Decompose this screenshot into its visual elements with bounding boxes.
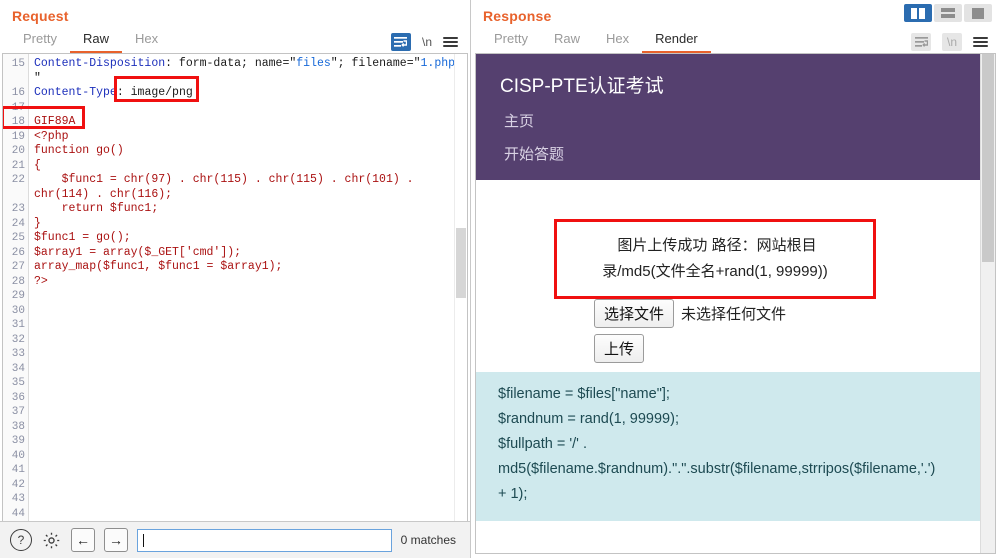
response-render-scrollbar[interactable] bbox=[980, 54, 995, 553]
code-line: + 1); bbox=[498, 486, 528, 502]
rendered-web-page: CISP-PTE认证考试 主页 开始答题 图片上传成功 路径：网站根目 录/md… bbox=[476, 54, 980, 553]
word-wrap-icon[interactable] bbox=[390, 33, 411, 51]
upload-submit-button[interactable]: 上传 bbox=[594, 334, 645, 363]
find-input[interactable] bbox=[137, 528, 392, 552]
match-count-label: 0 matches bbox=[400, 533, 456, 547]
request-editor-scrollbar[interactable] bbox=[454, 54, 467, 521]
tab-request-hex[interactable]: Hex bbox=[122, 28, 171, 53]
choose-file-button[interactable]: 选择文件 bbox=[594, 299, 675, 328]
selected-file-status: 未选择任何文件 bbox=[681, 306, 787, 323]
layout-single-pane-button[interactable] bbox=[964, 4, 992, 22]
code-line: $randnum = rand(1, 99999); bbox=[498, 411, 679, 427]
response-tabs: Pretty Raw Hex Render \n bbox=[471, 27, 1000, 53]
tab-response-raw[interactable]: Raw bbox=[541, 28, 593, 53]
layout-vertical-split-button[interactable] bbox=[904, 4, 932, 22]
response-render-view: CISP-PTE认证考试 主页 开始答题 图片上传成功 路径：网站根目 录/md… bbox=[475, 53, 996, 554]
tab-request-pretty[interactable]: Pretty bbox=[10, 28, 70, 53]
tab-response-pretty[interactable]: Pretty bbox=[481, 28, 541, 53]
request-scrollbar-thumb[interactable] bbox=[456, 228, 466, 298]
gear-icon[interactable] bbox=[41, 530, 62, 551]
burp-suite-window: Request Pretty Raw Hex \n 15 16 17 18 19… bbox=[0, 0, 1000, 558]
text-caret bbox=[143, 533, 144, 547]
question-mark-icon[interactable]: ? bbox=[10, 529, 32, 551]
request-raw-body[interactable]: Content-Disposition: form-data; name="fi… bbox=[29, 54, 467, 521]
gif89a-magic-bytes-highlight bbox=[3, 106, 85, 129]
request-editor[interactable]: 15 16 17 18 19 20 21 22 23 24 25 26 27 28 29 30 31 32 33… bbox=[2, 53, 468, 521]
code-line: $filename = $files["name"]; bbox=[498, 386, 670, 402]
php-source-code-block: $filename = $files["name"]; $randnum = r… bbox=[476, 372, 980, 521]
upload-form: 选择文件 未选择任何文件 上传 bbox=[594, 299, 786, 363]
hamburger-menu-icon[interactable] bbox=[443, 37, 458, 47]
response-panel: Response Pretty Raw Hex Render \n CISP-P… bbox=[471, 0, 1000, 558]
newline-toggle-icon[interactable]: \n bbox=[942, 33, 962, 51]
tab-response-render[interactable]: Render bbox=[642, 28, 711, 53]
response-toolbar: \n bbox=[911, 33, 1000, 53]
hamburger-menu-icon[interactable] bbox=[973, 37, 988, 47]
nav-link-home[interactable]: 主页 bbox=[476, 98, 980, 131]
request-toolbar: \n bbox=[390, 33, 470, 53]
tab-response-hex[interactable]: Hex bbox=[593, 28, 642, 53]
upload-success-line-1: 图片上传成功 路径：网站根目 bbox=[617, 237, 817, 254]
find-next-button[interactable]: → bbox=[104, 528, 128, 552]
word-wrap-icon[interactable] bbox=[911, 33, 931, 51]
nav-link-start-quiz[interactable]: 开始答题 bbox=[476, 131, 980, 164]
upload-success-line-2: 录/md5(文件全名+rand(1, 99999)) bbox=[602, 263, 828, 280]
find-previous-button[interactable]: ← bbox=[71, 528, 95, 552]
code-line: $fullpath = '/' . bbox=[498, 436, 587, 452]
layout-horizontal-split-button[interactable] bbox=[934, 4, 962, 22]
site-header: CISP-PTE认证考试 主页 开始答题 bbox=[476, 54, 980, 180]
upload-success-message-box: 图片上传成功 路径：网站根目 录/md5(文件全名+rand(1, 99999)… bbox=[554, 219, 876, 299]
layout-toggle-group bbox=[904, 4, 992, 22]
request-panel-title: Request bbox=[12, 8, 69, 24]
request-tabs: Pretty Raw Hex \n bbox=[0, 27, 470, 53]
tab-request-raw[interactable]: Raw bbox=[69, 28, 122, 53]
request-panel: Request Pretty Raw Hex \n 15 16 17 18 19… bbox=[0, 0, 471, 558]
request-find-bar: ? ← → 0 matches bbox=[0, 521, 470, 558]
newline-toggle-icon[interactable]: \n bbox=[422, 35, 432, 49]
code-line: md5($filename.$randnum).".".substr($file… bbox=[498, 461, 936, 477]
content-type-value-highlight bbox=[114, 76, 199, 102]
site-title: CISP-PTE认证考试 bbox=[500, 76, 664, 97]
file-input-row: 选择文件 未选择任何文件 bbox=[594, 299, 786, 328]
response-scrollbar-thumb[interactable] bbox=[982, 54, 994, 262]
